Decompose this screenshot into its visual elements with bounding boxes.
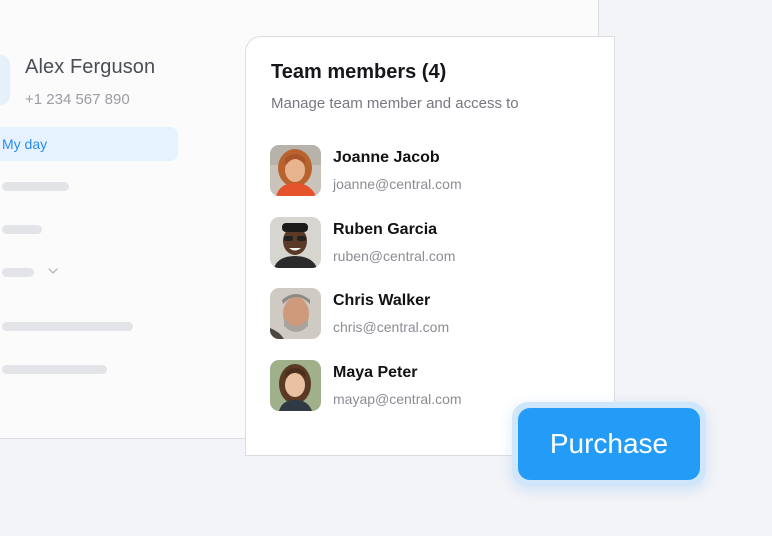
- team-member-email: chris@central.com: [333, 319, 450, 335]
- purchase-button[interactable]: Purchase: [518, 408, 700, 480]
- sidebar-item-placeholder[interactable]: [2, 182, 69, 191]
- profile-name: Alex Ferguson: [25, 56, 156, 78]
- avatar: [270, 145, 321, 196]
- team-member-name: Ruben Garcia: [333, 220, 438, 238]
- sidebar-item-placeholder[interactable]: [2, 225, 42, 234]
- team-member-name: Joanne Jacob: [333, 149, 440, 166]
- team-member-email: joanne@central.com: [333, 176, 462, 192]
- team-members-subtitle: Manage team member and access to: [271, 95, 519, 112]
- avatar: [270, 288, 321, 339]
- sidebar-item-my-day[interactable]: My day: [0, 127, 178, 161]
- team-members-card: Team members (4) Manage team member and …: [245, 36, 615, 456]
- team-members-title: Team members (4): [271, 61, 447, 83]
- team-member-name: Maya Peter: [333, 363, 418, 381]
- sidebar-item-placeholder[interactable]: [2, 365, 107, 374]
- team-member-email: mayap@central.com: [333, 390, 462, 407]
- sidebar-item-placeholder[interactable]: [2, 322, 133, 331]
- screen: Alex Ferguson +1 234 567 890 My day Team…: [0, 0, 772, 536]
- sidebar-item-placeholder[interactable]: [2, 268, 34, 277]
- team-member-email: ruben@central.com: [333, 247, 456, 264]
- profile-phone: +1 234 567 890: [25, 91, 130, 108]
- avatar: [270, 216, 321, 268]
- chevron-down-icon[interactable]: [47, 265, 59, 277]
- team-member-name: Chris Walker: [333, 292, 431, 309]
- profile-avatar: [0, 55, 10, 105]
- avatar: [270, 359, 321, 411]
